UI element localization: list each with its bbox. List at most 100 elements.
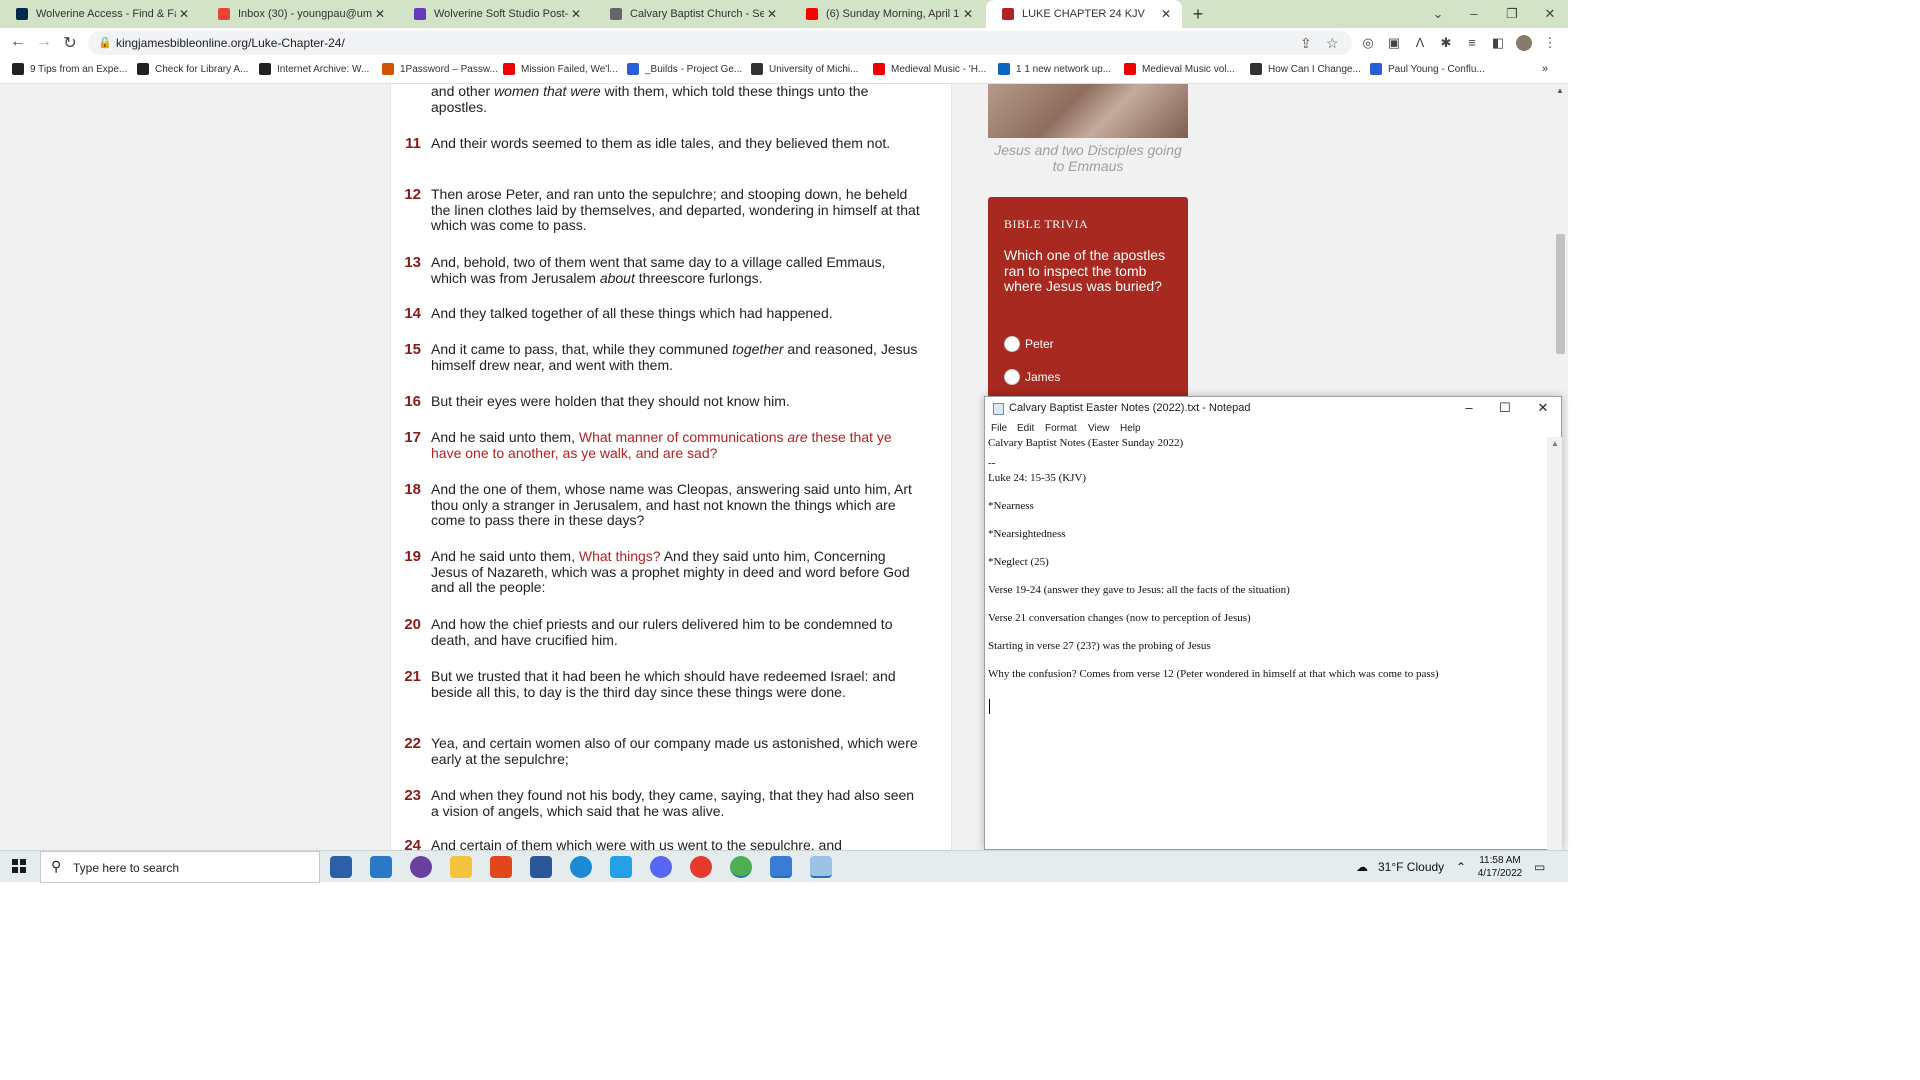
close-tab-icon[interactable]: ✕: [960, 7, 976, 21]
verse-number[interactable]: 16: [391, 394, 421, 410]
bookmark-item[interactable]: _Builds - Project Ge...: [627, 63, 742, 75]
browser-tab[interactable]: (6) Sunday Morning, April 17 ✕: [790, 0, 984, 28]
scrollbar-thumb[interactable]: [1556, 234, 1565, 354]
app-icon[interactable]: [690, 856, 712, 878]
office-app-icon[interactable]: [490, 856, 512, 878]
restore-button[interactable]: ❐: [1502, 6, 1522, 22]
bookmark-star-icon[interactable]: ☆: [1326, 35, 1339, 52]
notepad-scrollbar[interactable]: ▲: [1547, 437, 1562, 850]
close-tab-icon[interactable]: ✕: [372, 7, 388, 21]
minimize-button[interactable]: –: [1459, 400, 1479, 415]
close-button[interactable]: ✕: [1533, 400, 1553, 416]
close-tab-icon[interactable]: ✕: [176, 7, 192, 21]
minimize-button[interactable]: –: [1464, 6, 1484, 21]
bookmark-item[interactable]: Medieval Music vol...: [1124, 63, 1235, 75]
store-app-icon[interactable]: [330, 856, 352, 878]
windows-start-icon[interactable]: [12, 859, 26, 873]
menu-edit[interactable]: Edit: [1017, 423, 1034, 434]
extension-icon[interactable]: ◎: [1360, 35, 1376, 51]
word-app-icon[interactable]: [530, 856, 552, 878]
puzzle-icon[interactable]: ✱: [1438, 35, 1454, 51]
podcast-app-icon[interactable]: [410, 856, 432, 878]
menu-file[interactable]: File: [991, 423, 1007, 434]
bookmark-label: 1 1 new network up...: [1016, 63, 1112, 75]
verse-number[interactable]: 15: [391, 342, 421, 358]
scroll-up-icon[interactable]: ▲: [1551, 439, 1559, 448]
side-panel-icon[interactable]: ◧: [1490, 35, 1506, 51]
maximize-button[interactable]: ☐: [1495, 400, 1515, 416]
taskbar-search[interactable]: ⚲ Type here to search: [40, 851, 320, 883]
address-bar[interactable]: 🔒 kingjamesbibleonline.org/Luke-Chapter-…: [88, 31, 1352, 55]
browser-tab[interactable]: Wolverine Access - Find & Favori✕: [0, 0, 200, 28]
tray-expand-icon[interactable]: ⌃: [1456, 860, 1466, 874]
bookmark-item[interactable]: Check for Library A...: [137, 63, 248, 75]
bookmark-item[interactable]: 1Password – Passw...: [382, 63, 498, 75]
mail-app-icon[interactable]: [370, 856, 392, 878]
extension-icon[interactable]: ▣: [1386, 35, 1402, 51]
verse-number[interactable]: 12: [391, 187, 421, 203]
verse-number[interactable]: 18: [391, 482, 421, 498]
close-tab-icon[interactable]: ✕: [568, 7, 584, 21]
browser-tab[interactable]: Inbox (30) - youngpau@umich.e✕: [202, 0, 396, 28]
notepad-app-icon[interactable]: [810, 856, 832, 878]
clock[interactable]: 11:58 AM 4/17/2022: [1472, 854, 1528, 880]
extension-icon[interactable]: Λ: [1412, 35, 1428, 51]
vscode-app-icon[interactable]: [610, 856, 632, 878]
discord-app-icon[interactable]: [650, 856, 672, 878]
bookmark-item[interactable]: Medieval Music - 'H...: [873, 63, 986, 75]
close-tab-icon[interactable]: ✕: [764, 7, 780, 21]
bookmark-item[interactable]: Mission Failed, We'l...: [503, 63, 618, 75]
notepad-title-bar[interactable]: Calvary Baptist Easter Notes (2022).txt …: [985, 397, 1561, 421]
menu-view[interactable]: View: [1088, 423, 1110, 434]
avatar[interactable]: [1516, 35, 1532, 51]
menu-icon[interactable]: ⋮: [1542, 35, 1558, 51]
bookmark-item[interactable]: Internet Archive: W...: [259, 63, 369, 75]
verse-number[interactable]: 20: [391, 617, 421, 633]
menu-format[interactable]: Format: [1045, 423, 1077, 434]
bookmark-item[interactable]: 1 1 new network up...: [998, 63, 1111, 75]
verse-number[interactable]: 14: [391, 306, 421, 322]
bookmark-item[interactable]: Paul Young - Conflu...: [1370, 63, 1485, 75]
browser-tab[interactable]: Calvary Baptist Church - Sermons✕: [594, 0, 788, 28]
back-icon[interactable]: ←: [8, 33, 28, 51]
chrome-app-icon[interactable]: [730, 856, 752, 878]
photos-app-icon[interactable]: [770, 856, 792, 878]
text-caret: [989, 699, 990, 714]
file-explorer-icon[interactable]: [450, 856, 472, 878]
close-window-button[interactable]: ✕: [1540, 6, 1560, 22]
notifications-icon[interactable]: ▭: [1534, 860, 1545, 874]
trivia-option-james[interactable]: James: [1004, 369, 1060, 385]
verse-number[interactable]: 21: [391, 669, 421, 685]
url-text[interactable]: kingjamesbibleonline.org/Luke-Chapter-24…: [116, 36, 345, 50]
share-icon[interactable]: ⇪: [1300, 35, 1312, 52]
bookmark-item[interactable]: How Can I Change...: [1250, 63, 1361, 75]
verse-number[interactable]: 13: [391, 255, 421, 271]
new-tab-button[interactable]: +: [1188, 4, 1208, 25]
trivia-option-peter[interactable]: Peter: [1004, 336, 1054, 352]
reload-icon[interactable]: ↻: [60, 33, 80, 53]
radio-button[interactable]: [1004, 369, 1020, 385]
bookmark-item[interactable]: 9 Tips from an Expe...: [12, 63, 127, 75]
radio-button[interactable]: [1004, 336, 1020, 352]
emmaus-image[interactable]: [988, 84, 1188, 138]
tab-search-icon[interactable]: ⌄: [1428, 6, 1448, 22]
close-tab-icon[interactable]: ✕: [1158, 7, 1174, 21]
words-of-jesus: What things?: [578, 548, 661, 564]
scroll-up-icon[interactable]: ▲: [1556, 86, 1564, 95]
weather-icon[interactable]: ☁: [1356, 860, 1368, 874]
forward-icon[interactable]: →: [34, 33, 54, 51]
reading-list-icon[interactable]: ≡: [1464, 35, 1480, 51]
more-bookmarks-icon[interactable]: »: [1542, 63, 1548, 75]
bookmark-item[interactable]: University of Michi...: [751, 63, 858, 75]
weather-text[interactable]: 31°F Cloudy: [1378, 860, 1444, 874]
verse-number[interactable]: 11: [391, 136, 421, 152]
edge-app-icon[interactable]: [570, 856, 592, 878]
verse-number[interactable]: 22: [391, 736, 421, 752]
verse-number[interactable]: 24: [391, 838, 421, 850]
menu-help[interactable]: Help: [1120, 423, 1141, 434]
verse-number[interactable]: 17: [391, 430, 421, 446]
verse-number[interactable]: 23: [391, 788, 421, 804]
browser-tab[interactable]: LUKE CHAPTER 24 KJV ✕: [986, 0, 1182, 28]
verse-number[interactable]: 19: [391, 549, 421, 565]
browser-tab[interactable]: Wolverine Soft Studio Post-Morte✕: [398, 0, 592, 28]
